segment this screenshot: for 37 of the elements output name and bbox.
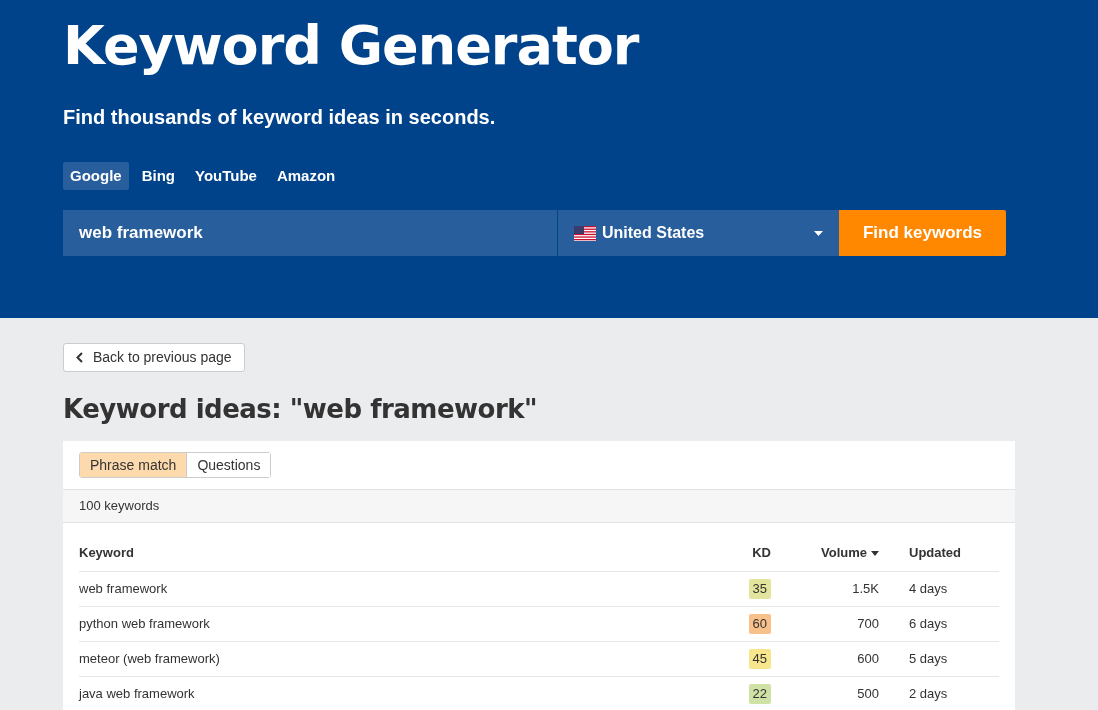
country-dropdown[interactable]: United States: [558, 210, 839, 256]
match-type-tab[interactable]: Phrase match: [80, 453, 187, 477]
chevron-left-icon: [76, 352, 83, 363]
volume-value: 700: [857, 615, 879, 631]
difficulty-badge: 22: [748, 683, 771, 704]
caret-icon: [814, 230, 823, 236]
keyword-text: python web framework: [79, 615, 210, 631]
search-field[interactable]: web framework: [63, 210, 557, 256]
updated-text: 6 days: [909, 615, 948, 631]
flag-icon: [574, 225, 596, 241]
page-title: Keyword Generator: [63, 13, 641, 79]
difficulty-badge: 35: [748, 578, 771, 599]
keyword-text: web framework: [79, 580, 168, 596]
sort-down-icon: [871, 551, 879, 557]
search-engine-tab[interactable]: Amazon: [269, 162, 343, 190]
match-type-tab[interactable]: Questions: [186, 453, 271, 477]
subtitle: Find thousands of keyword ideas in seconds.: [63, 105, 497, 130]
keyword-text: meteor (web framework): [79, 650, 220, 666]
search-engine-tab[interactable]: YouTube: [188, 162, 264, 190]
search-engine-tab[interactable]: Google: [63, 162, 129, 190]
keyword-text: java web framework: [79, 686, 195, 701]
volume-value: 500: [857, 686, 879, 701]
column-header[interactable]: Updated: [909, 545, 961, 560]
difficulty-badge: 45: [748, 648, 771, 669]
search-engine-tab[interactable]: Bing: [134, 162, 182, 190]
keyword-count: 100 keywords: [79, 497, 160, 516]
volume-value: 600: [857, 650, 879, 666]
results-heading: Keyword ideas: "web framework": [63, 393, 539, 426]
updated-text: 2 days: [909, 686, 948, 701]
back-button[interactable]: Back to previous page: [63, 343, 245, 372]
volume-value: 1.5K: [852, 580, 879, 596]
column-header[interactable]: KD: [752, 545, 771, 560]
updated-text: 4 days: [909, 580, 948, 596]
column-header: Keyword: [79, 545, 134, 560]
difficulty-badge: 60: [748, 613, 771, 634]
updated-text: 5 days: [909, 650, 948, 666]
column-header[interactable]: Volume: [821, 545, 867, 560]
